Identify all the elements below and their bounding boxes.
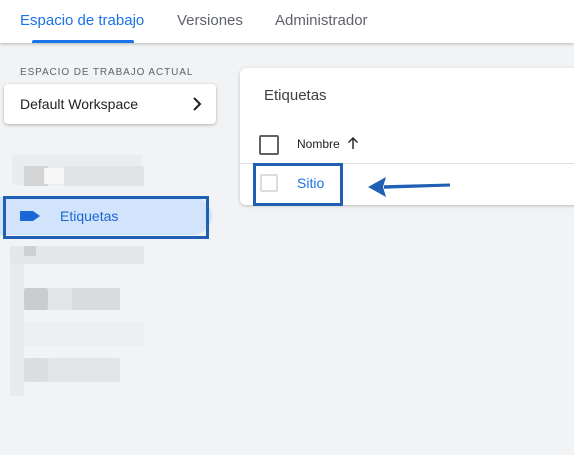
header-divider [240,163,574,164]
card-title: Etiquetas [264,87,327,104]
annotation-arrow-icon [368,177,450,197]
current-workspace-caption: ESPACIO DE TRABAJO ACTUAL [20,67,194,78]
top-tab-bar: Espacio de trabajo Versiones Administrad… [0,0,574,43]
workspace-selector[interactable]: Default Workspace [4,84,216,124]
sidebar-item-tags[interactable]: Etiquetas [0,197,212,235]
sidebar-item-label: Etiquetas [60,208,119,224]
chevron-right-icon [193,97,202,111]
workspace-name: Default Workspace [20,96,139,112]
tag-icon [20,211,40,221]
column-header-name[interactable]: Nombre [297,137,340,151]
tab-workspace[interactable]: Espacio de trabajo [20,12,144,29]
active-tab-indicator [32,40,134,43]
sort-arrow-up-icon[interactable] [347,136,359,150]
tab-versions[interactable]: Versiones [177,12,243,29]
tag-name-link[interactable]: Sitio [297,175,324,191]
row-checkbox[interactable] [260,174,278,192]
select-all-checkbox[interactable] [259,135,279,155]
tab-admin[interactable]: Administrador [275,12,368,29]
